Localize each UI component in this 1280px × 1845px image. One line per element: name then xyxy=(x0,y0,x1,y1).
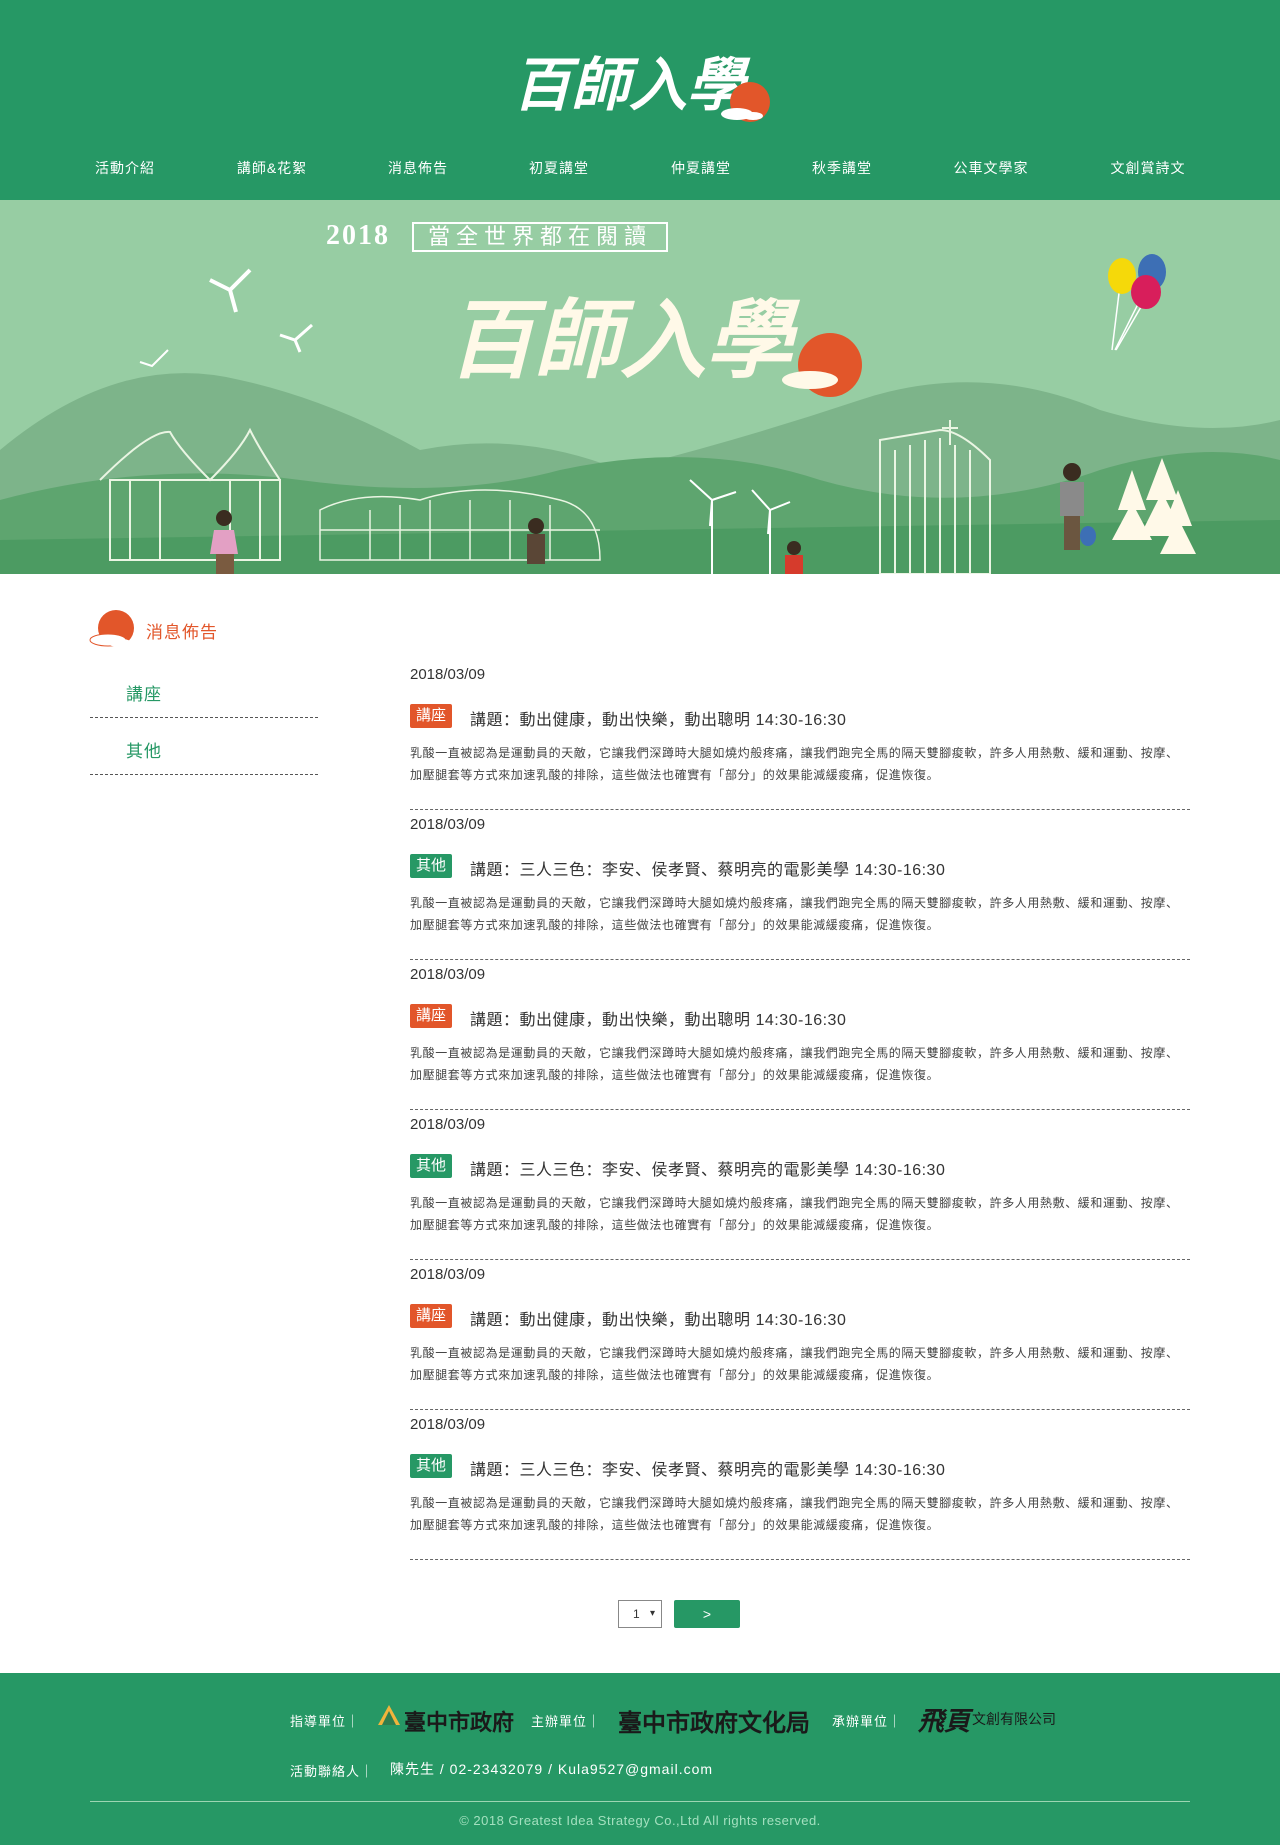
news-body: 乳酸一直被認為是運動員的天敵，它讓我們深蹲時大腿如燒灼般疼痛，讓我們跑完全馬的隔… xyxy=(410,1046,1179,1082)
banner-illustration: 百師入學 xyxy=(0,254,1280,574)
sidebar-item-label: 其他 xyxy=(126,742,162,761)
site-logo[interactable]: 百師入學 xyxy=(505,30,785,140)
logo-text: 百師入學 xyxy=(513,51,751,119)
nav-item-midsummer[interactable]: 仲夏講堂 xyxy=(631,150,771,186)
news-body: 乳酸一直被認為是運動員的天敵，它讓我們深蹲時大腿如燒灼般疼痛，讓我們跑完全馬的隔… xyxy=(410,1196,1179,1232)
organizer-unit-label: 承辦單位｜ xyxy=(832,1714,903,1729)
news-title[interactable]: 講題：三人三色：李安、侯孝賢、蔡明亮的電影美學 14:30-16:30 xyxy=(470,1456,945,1480)
news-body: 乳酸一直被認為是運動員的天敵，它讓我們深蹲時大腿如燒灼般疼痛，讓我們跑完全馬的隔… xyxy=(410,746,1179,782)
nav-item-bus-writer[interactable]: 公車文學家 xyxy=(921,150,1061,186)
nav-item-early-summer[interactable]: 初夏講堂 xyxy=(489,150,629,186)
hero-banner: 百師入學 2018 當全世界都在閱讀 xyxy=(0,200,1280,574)
sidebar-item-label: 講座 xyxy=(126,685,162,704)
news-title[interactable]: 講題：動出健康，動出快樂，動出聰明 14:30-16:30 xyxy=(470,706,846,730)
news-date: 2018/03/09 xyxy=(410,1266,486,1283)
news-item: 2018/03/09 講座 講題：動出健康，動出快樂，動出聰明 14:30-16… xyxy=(410,660,1190,810)
news-date: 2018/03/09 xyxy=(410,1416,486,1433)
news-date: 2018/03/09 xyxy=(410,1116,486,1133)
nav-item-activity[interactable]: 活動介紹 xyxy=(55,150,195,186)
sidebar-heading: 消息佈告 xyxy=(88,604,320,654)
banner-title-art: 百師入學 xyxy=(448,290,801,391)
banner-year: 2018 xyxy=(326,220,390,251)
taichung-gov-emblem-icon xyxy=(378,1705,400,1725)
nav-item-poetry[interactable]: 文創賞詩文 xyxy=(1078,150,1218,186)
balloons-icon xyxy=(1108,254,1166,351)
contact-info: 陳先生 / 02-23432079 / Kula9527@gmail.com xyxy=(390,1761,714,1777)
news-item: 2018/03/09 講座 講題：動出健康，動出快樂，動出聰明 14:30-16… xyxy=(410,960,1190,1110)
news-date: 2018/03/09 xyxy=(410,816,486,833)
news-item: 2018/03/09 講座 講題：動出健康，動出快樂，動出聰明 14:30-16… xyxy=(410,1260,1190,1410)
bird-icon xyxy=(279,323,313,353)
nav-item-autumn[interactable]: 秋季講堂 xyxy=(772,150,912,186)
feiye-logo[interactable]: 飛頁 xyxy=(918,1701,970,1738)
sidebar-title: 消息佈告 xyxy=(146,623,218,642)
news-item: 2018/03/09 其他 講題：三人三色：李安、侯孝賢、蔡明亮的電影美學 14… xyxy=(410,1110,1190,1260)
contact-label: 活動聯絡人｜ xyxy=(290,1764,375,1779)
page-select[interactable]: 1 ▾ xyxy=(618,1600,662,1628)
organizer-company-name: 文創有限公司 xyxy=(972,1711,1056,1727)
site-header: 百師入學 活動介紹 講師&花絮 消息佈告 初夏講堂 仲夏講堂 秋季講堂 公車文學… xyxy=(0,0,1280,200)
news-title[interactable]: 講題：動出健康，動出快樂，動出聰明 14:30-16:30 xyxy=(470,1006,846,1030)
host-unit-label: 主辦單位｜ xyxy=(531,1714,602,1729)
news-tag[interactable]: 其他 xyxy=(410,1454,452,1478)
guide-unit-label: 指導單位｜ xyxy=(290,1714,361,1729)
news-date: 2018/03/09 xyxy=(410,666,486,683)
news-tag[interactable]: 講座 xyxy=(410,1304,452,1328)
nav-item-lecturers[interactable]: 講師&花絮 xyxy=(202,150,342,186)
taichung-gov-logo[interactable]: 臺中市政府 xyxy=(404,1705,514,1737)
sun-cloud-icon xyxy=(89,610,134,647)
main-nav: 活動介紹 講師&花絮 消息佈告 初夏講堂 仲夏講堂 秋季講堂 公車文學家 文創賞… xyxy=(0,150,1280,186)
copyright: © 2018 Greatest Idea Strategy Co.,Ltd Al… xyxy=(459,1813,821,1828)
banner-tagline: 當全世界都在閱讀 xyxy=(412,222,669,252)
news-title[interactable]: 講題：三人三色：李安、侯孝賢、蔡明亮的電影美學 14:30-16:30 xyxy=(470,856,945,880)
site-footer: 指導單位｜ 臺中市政府 主辦單位｜ 臺中市政府文化局 承辦單位｜ 飛頁 文創有限… xyxy=(0,1673,1280,1845)
chevron-down-icon: ▾ xyxy=(649,1608,655,1619)
news-title[interactable]: 講題：動出健康，動出快樂，動出聰明 14:30-16:30 xyxy=(470,1306,846,1330)
news-tag[interactable]: 其他 xyxy=(410,854,452,878)
sidebar-item-other[interactable]: 其他 xyxy=(90,719,318,775)
news-tag[interactable]: 其他 xyxy=(410,1154,452,1178)
page-select-value: 1 xyxy=(633,1607,640,1621)
news-title[interactable]: 講題：三人三色：李安、侯孝賢、蔡明亮的電影美學 14:30-16:30 xyxy=(470,1156,945,1180)
news-item: 2018/03/09 其他 講題：三人三色：李安、侯孝賢、蔡明亮的電影美學 14… xyxy=(410,810,1190,960)
person-illustration xyxy=(527,518,545,564)
news-tag[interactable]: 講座 xyxy=(410,704,452,728)
nav-item-news[interactable]: 消息佈告 xyxy=(348,150,488,186)
sidebar-item-lecture[interactable]: 講座 xyxy=(90,662,318,718)
news-tag[interactable]: 講座 xyxy=(410,1004,452,1028)
news-item: 2018/03/09 其他 講題：三人三色：李安、侯孝賢、蔡明亮的電影美學 14… xyxy=(410,1410,1190,1560)
bird-icon xyxy=(139,349,169,368)
news-body: 乳酸一直被認為是運動員的天敵，它讓我們深蹲時大腿如燒灼般疼痛，讓我們跑完全馬的隔… xyxy=(410,1496,1179,1532)
news-body: 乳酸一直被認為是運動員的天敵，它讓我們深蹲時大腿如燒灼般疼痛，讓我們跑完全馬的隔… xyxy=(410,896,1179,932)
next-page-button[interactable]: > xyxy=(674,1600,740,1628)
bird-icon xyxy=(209,268,252,313)
news-body: 乳酸一直被認為是運動員的天敵，它讓我們深蹲時大腿如燒灼般疼痛，讓我們跑完全馬的隔… xyxy=(410,1346,1179,1382)
culture-bureau-logo[interactable]: 臺中市政府文化局 xyxy=(618,1703,810,1738)
footer-divider xyxy=(90,1801,1190,1802)
news-date: 2018/03/09 xyxy=(410,966,486,983)
person-illustration xyxy=(785,541,803,574)
